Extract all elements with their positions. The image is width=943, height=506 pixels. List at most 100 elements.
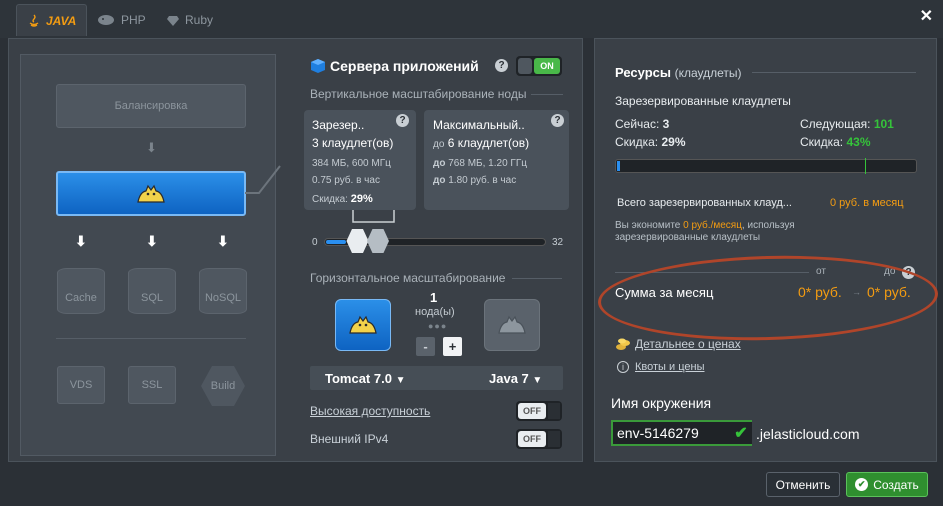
env-name-value: env-5146279 [617,425,699,441]
next-value: 101 [873,117,894,131]
discount-now-value: 29% [661,135,686,149]
ipv4-toggle[interactable]: OFF [516,429,562,449]
reserved-discount-label: Скидка: [312,194,348,205]
app-servers-toggle-label: ON [534,58,560,74]
slider-max: 32 [552,237,564,248]
server-select[interactable]: Tomcat 7.0 ▼ [325,371,405,386]
reserved-title: Зарезер.. [312,118,365,132]
quotas-link[interactable]: Квоты и цены [635,361,704,373]
cancel-button[interactable]: Отменить [766,472,840,497]
create-button[interactable]: ✔ Создать [846,472,928,497]
nosql-button[interactable]: NoSQL [199,268,247,314]
max-price-value: 1.80 руб. в час [448,175,517,186]
help-icon[interactable]: ? [495,59,508,72]
ipv4-toggle-label: OFF [518,431,546,447]
nosql-label: NoSQL [204,292,242,304]
reserved-spec: 384 МБ, 600 МГц [312,158,391,169]
high-availability-link[interactable]: Высокая доступность [310,404,430,418]
horizontal-scaling-title: Горизонтальное масштабирование [310,271,506,285]
env-name-label: Имя окружения [611,395,712,411]
tomcat-node[interactable] [56,171,246,216]
savings-note: Вы экономите 0 руб./месяц, используя зар… [615,220,795,244]
reserved-price: 0.75 руб. в час [312,175,380,186]
max-spec-value: 768 МБ, 1.20 ГГц [448,158,527,169]
max-cloudlets-value: 6 клаудлет(ов) [447,136,530,150]
close-icon[interactable]: ✕ [920,6,933,26]
balancer-button[interactable]: Балансировка [56,84,246,128]
cloudlet-progress-bar [615,159,917,173]
ssl-label: SSL [141,379,163,391]
reserved-discount: Скидка: 29% [312,193,373,205]
reserved-cloudlets-title: Зарезервированные клаудлеты [615,94,791,108]
save-prefix: Вы экономите [615,220,681,231]
php-icon [98,15,114,25]
tomcat-node-inactive[interactable] [484,299,540,351]
tomcat-icon [498,315,526,334]
decrease-nodes-button[interactable]: - [416,337,435,356]
max-spec: до 768 МБ, 1.20 ГГц [433,158,527,169]
nodes-count: 1 [430,290,438,305]
arrow-down-icon: ⬇ [146,233,158,249]
tab-java[interactable]: JAVA [16,4,88,36]
arrow-down-icon: ⬇ [146,140,157,155]
ssl-button[interactable]: SSL [128,366,176,404]
high-availability-toggle-label: OFF [518,403,546,419]
cloudlet-slider-fill [326,240,347,244]
pricing-details-link[interactable]: Детальнее о ценах [635,337,741,351]
java-select[interactable]: Java 7 ▼ [489,371,542,386]
tab-java-label: JAVA [46,13,77,28]
next-discount-marker [865,158,866,174]
total-reserved-value: 0 руб. в месяц [830,197,904,209]
discount-now-row: Скидка: 29% [615,135,686,149]
reserved-cloudlets: 3 клаудлет(ов) [312,136,394,150]
tomcat-icon [349,315,377,334]
max-price-prefix: до [433,175,446,186]
max-prefix: до [433,139,445,150]
slider-min: 0 [312,237,318,248]
tab-ruby[interactable]: Ruby [156,4,223,36]
resources-title-unit: (клаудлеты) [674,66,742,80]
reserved-discount-value: 29% [350,193,373,205]
divider [752,72,916,73]
dots-icon: ●●● [428,321,448,331]
max-spec-prefix: до [433,158,446,169]
resources-title-text: Ресурсы [615,65,671,80]
cache-label: Cache [65,292,97,304]
info-icon: i [617,361,629,373]
ruby-icon [167,16,179,26]
now-label: Сейчас: [615,117,660,131]
discount-next-value: 43% [846,135,871,149]
nodes-label: нода(ы) [415,306,455,318]
max-title: Максимальный.. [433,118,525,132]
increase-nodes-button[interactable]: + [443,337,462,356]
arrow-down-icon: ⬇ [75,233,87,249]
cache-button[interactable]: Cache [57,268,105,314]
decrease-label: - [423,339,428,354]
env-domain: .jelasticloud.com [756,426,860,442]
vds-label: VDS [69,379,93,391]
help-icon[interactable]: ? [396,114,409,127]
cloudlet-progress-fill [617,161,620,171]
discount-now-label: Скидка: [615,135,659,149]
java-select-value: Java 7 [489,371,529,386]
java-icon [29,14,39,27]
vertical-scaling-title: Вертикальное масштабирование ноды [310,87,527,101]
discount-next-row: Скидка: 43% [800,135,871,149]
now-row: Сейчас: 3 [615,117,669,131]
next-row: Следующая: 101 [800,117,894,131]
divider [531,94,563,95]
sql-button[interactable]: SQL [128,268,176,314]
app-servers-title: Сервера приложений [330,58,479,74]
app-servers-toggle[interactable]: ON [516,56,562,76]
divider [512,278,562,279]
tomcat-node-active[interactable] [335,299,391,351]
tab-ruby-label: Ruby [185,13,214,27]
now-value: 3 [662,117,670,131]
help-icon[interactable]: ? [551,114,564,127]
high-availability-toggle[interactable]: OFF [516,401,562,421]
vds-button[interactable]: VDS [57,366,105,404]
save-value: 0 руб./месяц [683,220,742,231]
cube-icon [311,59,325,73]
tab-php[interactable]: PHP [86,4,156,36]
check-circle-icon: ✔ [855,478,869,491]
